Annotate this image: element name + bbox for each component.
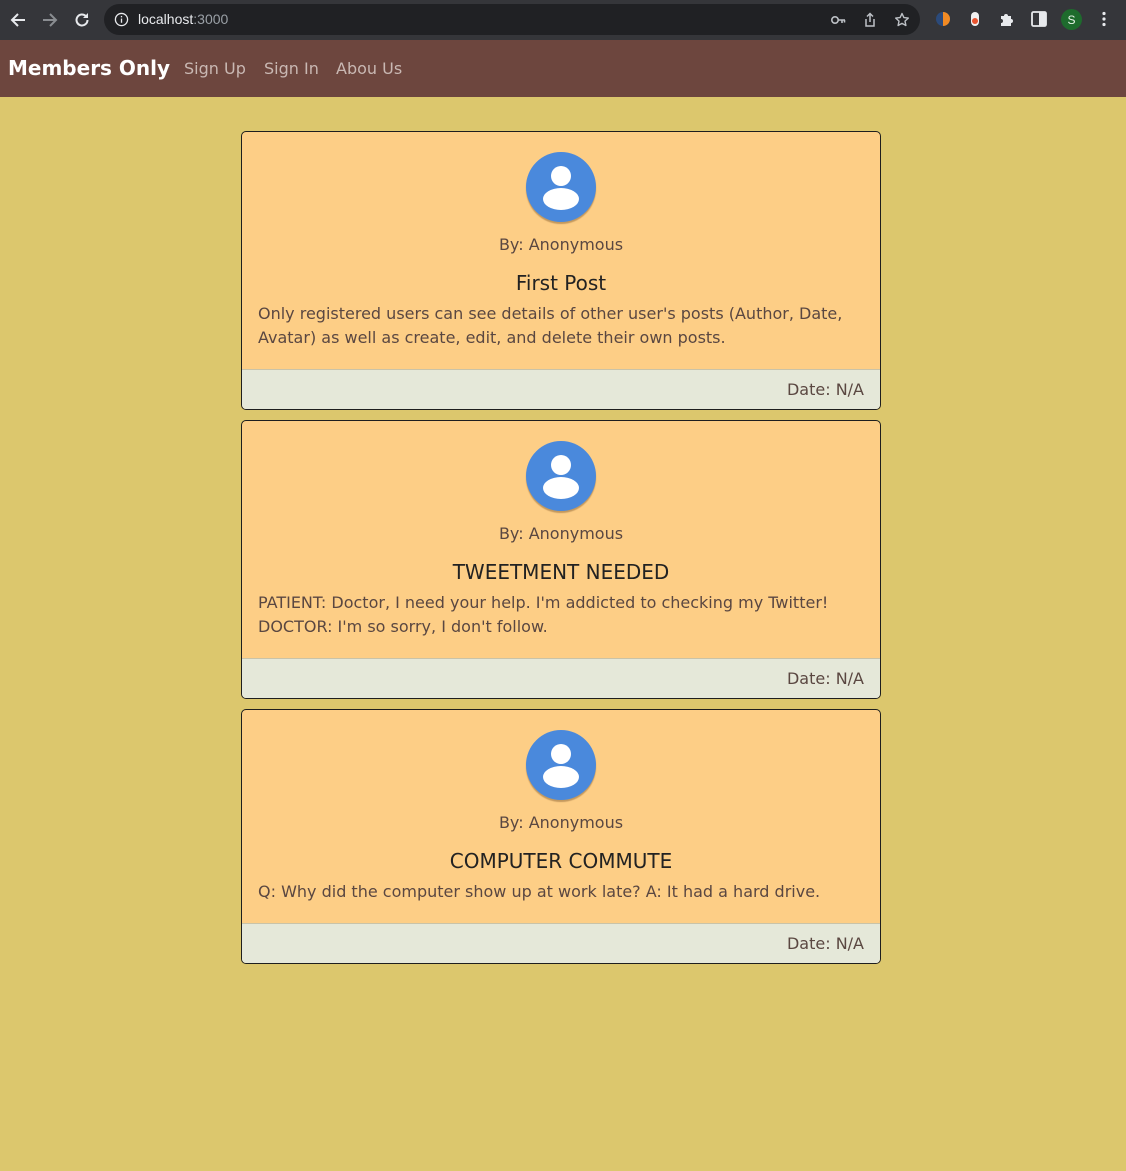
url-text: localhost:3000 xyxy=(138,11,228,27)
post-body: Only registered users can see details of… xyxy=(258,304,843,347)
post-card-body: By: Anonymous TWEETMENT NEEDED PATIENT: … xyxy=(242,421,880,658)
post-card: By: Anonymous First Post Only registered… xyxy=(241,131,881,410)
extension-1-icon[interactable] xyxy=(934,10,952,28)
post-card: By: Anonymous COMPUTER COMMUTE Q: Why di… xyxy=(241,709,881,964)
user-avatar-icon xyxy=(526,730,596,800)
url-host: localhost xyxy=(138,11,194,27)
key-icon[interactable] xyxy=(830,12,846,28)
star-icon[interactable] xyxy=(894,12,910,28)
user-avatar-icon xyxy=(526,441,596,511)
post-card-body: By: Anonymous COMPUTER COMMUTE Q: Why di… xyxy=(242,710,880,923)
user-avatar-icon xyxy=(526,152,596,222)
post-card-body: By: Anonymous First Post Only registered… xyxy=(242,132,880,369)
browser-toolbar: localhost:3000 S xyxy=(0,0,1126,40)
nav-sign-in-link[interactable]: Sign In xyxy=(264,59,319,78)
post-body: Q: Why did the computer show up at work … xyxy=(258,882,821,901)
post-date: Date: N/A xyxy=(786,934,864,953)
kebab-menu-icon[interactable] xyxy=(1095,10,1113,28)
post-author: By: Anonymous xyxy=(498,235,624,254)
post-author: By: Anonymous xyxy=(498,524,624,543)
puzzle-icon[interactable] xyxy=(998,10,1016,28)
post-footer: Date: N/A xyxy=(242,369,880,409)
url-port: :3000 xyxy=(193,11,229,27)
post-card: By: Anonymous TWEETMENT NEEDED PATIENT: … xyxy=(241,420,881,699)
reload-icon[interactable] xyxy=(73,11,91,29)
sidepanel-icon[interactable] xyxy=(1030,10,1048,28)
post-date: Date: N/A xyxy=(786,669,864,688)
profile-avatar[interactable]: S xyxy=(1061,9,1082,30)
post-title: COMPUTER COMMUTE xyxy=(449,849,673,873)
post-author: By: Anonymous xyxy=(498,813,624,832)
brand-link[interactable]: Members Only xyxy=(8,56,170,80)
extension-2-icon[interactable] xyxy=(966,10,984,28)
profile-initial: S xyxy=(1067,12,1076,27)
site-navbar: Members Only Sign Up Sign In Abou Us xyxy=(0,40,1126,97)
nav-sign-up-link[interactable]: Sign Up xyxy=(184,59,246,78)
post-footer: Date: N/A xyxy=(242,923,880,963)
post-title: TWEETMENT NEEDED xyxy=(452,560,670,584)
post-footer: Date: N/A xyxy=(242,658,880,698)
forward-icon[interactable] xyxy=(41,11,59,29)
back-icon[interactable] xyxy=(9,11,27,29)
post-date: Date: N/A xyxy=(786,380,864,399)
post-title: First Post xyxy=(515,271,607,295)
nav-about-us-link[interactable]: Abou Us xyxy=(336,59,402,78)
info-icon[interactable] xyxy=(114,12,129,27)
address-bar[interactable]: localhost:3000 xyxy=(104,4,920,35)
post-body: PATIENT: Doctor, I need your help. I'm a… xyxy=(258,593,829,636)
share-icon[interactable] xyxy=(862,12,878,28)
posts-list: By: Anonymous First Post Only registered… xyxy=(241,131,881,974)
